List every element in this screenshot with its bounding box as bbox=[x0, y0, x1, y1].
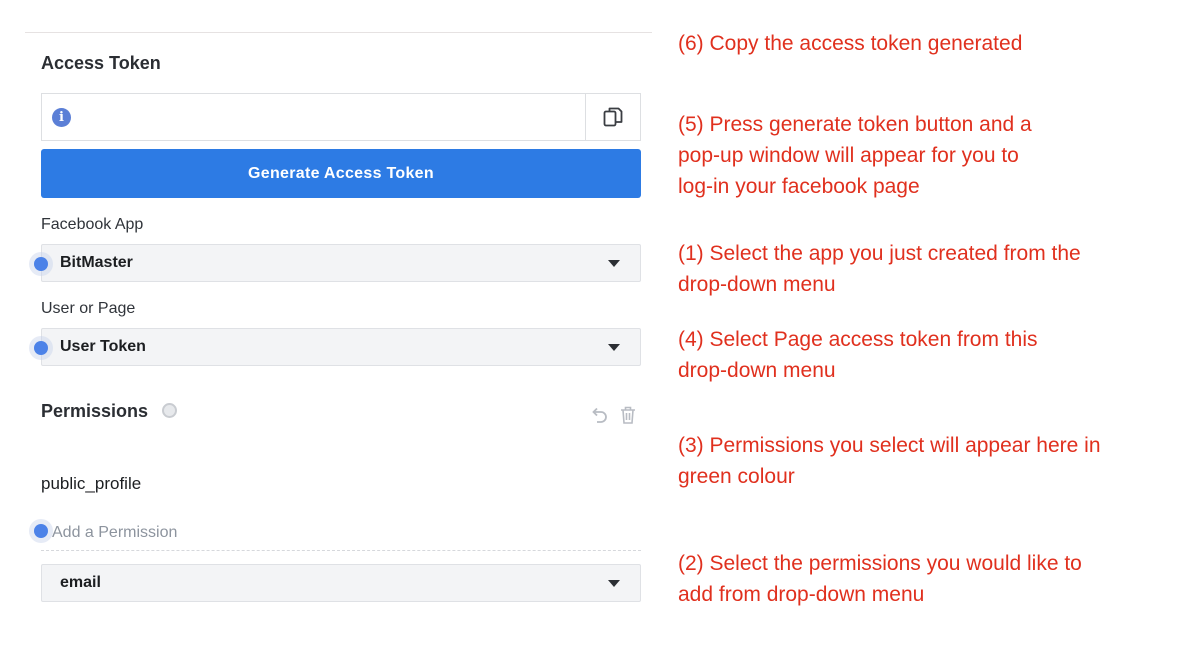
user-or-page-select[interactable]: User Token bbox=[41, 328, 641, 366]
cursor-dot bbox=[34, 524, 48, 538]
trash-icon[interactable] bbox=[619, 405, 637, 425]
caret-down-icon bbox=[608, 579, 620, 587]
annotation-line: (4) Select Page access token from this bbox=[678, 328, 1038, 351]
info-icon[interactable]: i bbox=[52, 108, 71, 127]
generate-access-token-button[interactable]: Generate Access Token bbox=[41, 149, 641, 198]
caret-down-icon bbox=[608, 343, 620, 351]
permission-actions bbox=[589, 405, 637, 425]
facebook-app-select[interactable]: BitMaster bbox=[41, 244, 641, 282]
annotation-line: (2) Select the permissions you would lik… bbox=[678, 552, 1082, 575]
annotation-line: (3) Permissions you select will appear h… bbox=[678, 434, 1101, 457]
permission-select[interactable]: email bbox=[41, 564, 641, 602]
page: Access Token i Generate Access Token Fac… bbox=[0, 0, 1181, 664]
annotation-line: (5) Press generate token button and a bbox=[678, 113, 1032, 136]
annotation-step-5: (5) Press generate token button and a po… bbox=[678, 109, 1032, 202]
annotation-line: green colour bbox=[678, 465, 795, 488]
cursor-dot bbox=[34, 341, 48, 355]
annotation-line: pop-up window will appear for you to bbox=[678, 144, 1019, 167]
annotation-step-4: (4) Select Page access token from this d… bbox=[678, 324, 1038, 386]
permission-select-value: email bbox=[60, 574, 101, 591]
copy-button[interactable] bbox=[585, 94, 640, 140]
annotation-step-2: (2) Select the permissions you would lik… bbox=[678, 548, 1082, 610]
cursor-dot bbox=[34, 257, 48, 271]
annotation-line: log-in your facebook page bbox=[678, 175, 920, 198]
add-permission-input[interactable]: Add a Permission bbox=[52, 524, 177, 542]
permissions-title: Permissions bbox=[41, 401, 149, 421]
access-token-title: Access Token bbox=[41, 53, 161, 73]
copy-icon bbox=[603, 107, 623, 127]
dashed-divider bbox=[41, 550, 641, 551]
annotation-line: drop-down menu bbox=[678, 273, 836, 296]
help-icon[interactable] bbox=[162, 403, 177, 418]
annotation-step-1: (1) Select the app you just created from… bbox=[678, 238, 1081, 300]
annotation-line: add from drop-down menu bbox=[678, 583, 925, 606]
user-or-page-label: User or Page bbox=[41, 300, 136, 317]
facebook-app-label: Facebook App bbox=[41, 216, 144, 233]
access-token-input[interactable] bbox=[42, 94, 585, 140]
access-token-field: i bbox=[41, 93, 641, 141]
user-or-page-value: User Token bbox=[60, 338, 146, 355]
divider bbox=[25, 32, 652, 33]
annotation-line: (1) Select the app you just created from… bbox=[678, 242, 1081, 265]
permission-item[interactable]: public_profile bbox=[41, 474, 141, 494]
annotation-line: (6) Copy the access token generated bbox=[678, 32, 1023, 55]
annotation-step-3: (3) Permissions you select will appear h… bbox=[678, 430, 1101, 492]
annotation-line: drop-down menu bbox=[678, 359, 836, 382]
caret-down-icon bbox=[608, 259, 620, 267]
undo-icon[interactable] bbox=[589, 405, 609, 425]
facebook-app-value: BitMaster bbox=[60, 254, 133, 271]
annotation-step-6: (6) Copy the access token generated bbox=[678, 28, 1022, 59]
